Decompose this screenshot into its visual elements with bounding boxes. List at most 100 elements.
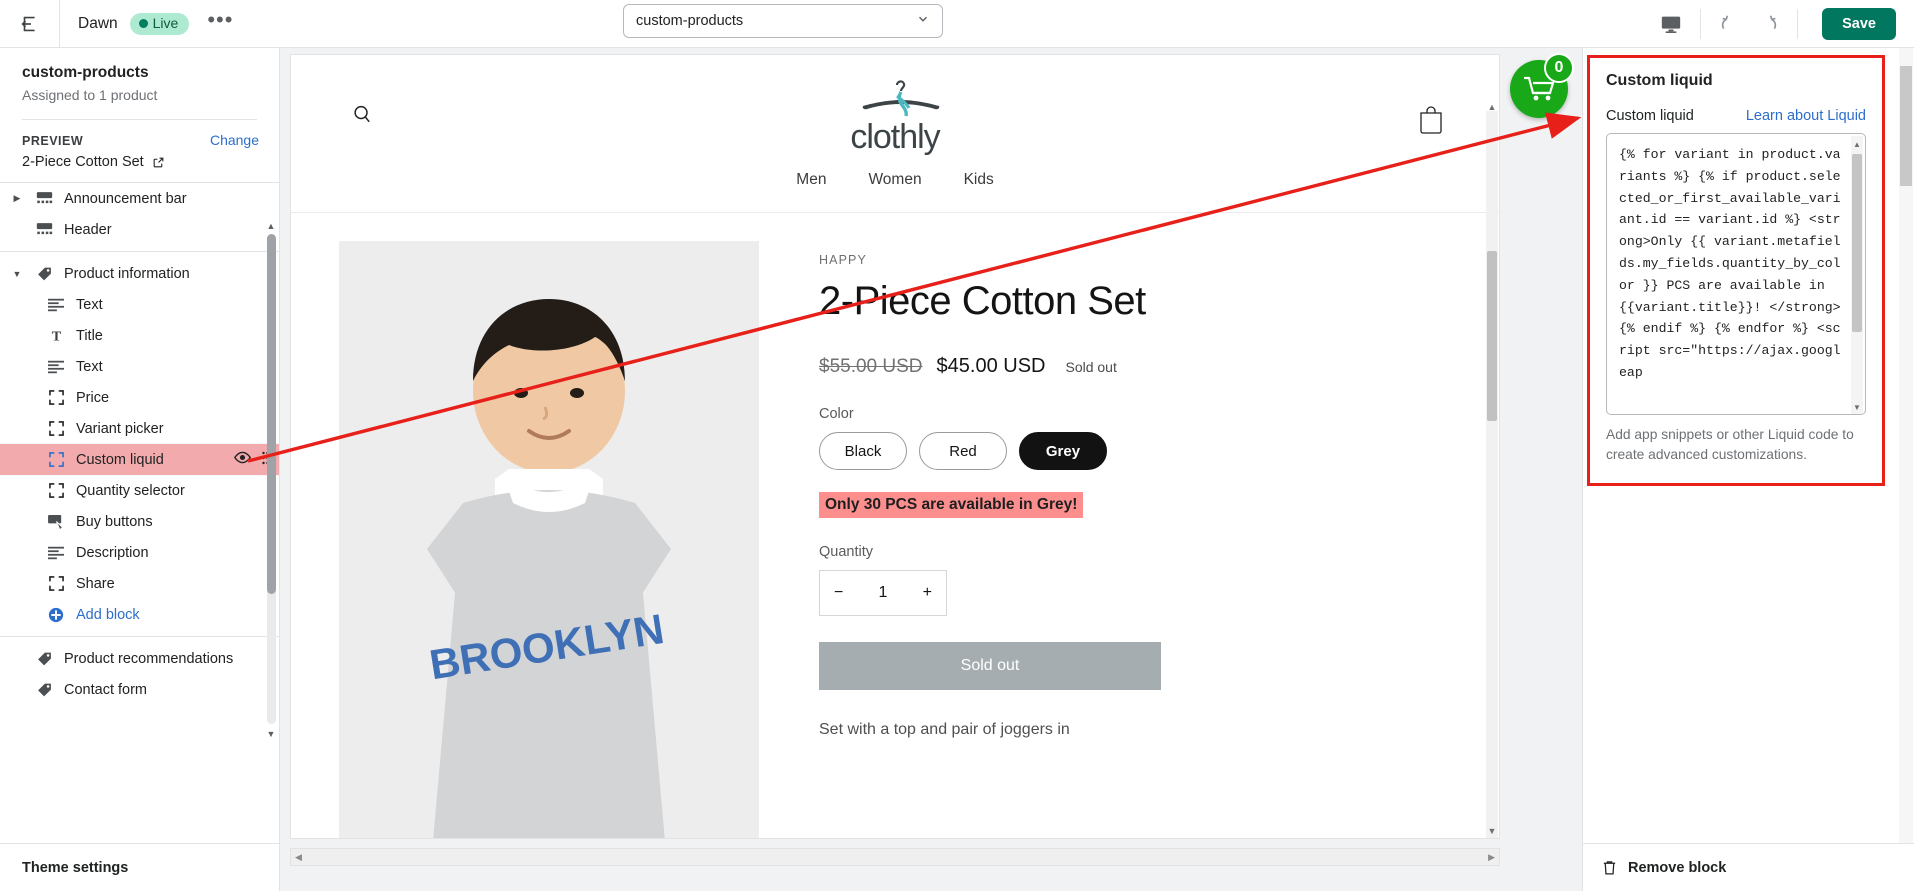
sidebar-item-quantity-selector[interactable]: Quantity selector	[0, 475, 279, 506]
change-preview-link[interactable]: Change	[210, 132, 259, 148]
variant-picker: Black Red Grey	[819, 432, 1249, 470]
preview-section: PREVIEW Change 2-Piece Cotton Set	[0, 120, 279, 182]
sidebar-scrollbar[interactable]	[267, 234, 276, 724]
code-scroll-down-icon[interactable]: ▼	[1851, 400, 1863, 414]
option-label-color: Color	[819, 406, 854, 422]
product-details: HAPPY 2-Piece Cotton Set $55.00 USD $45.…	[819, 241, 1249, 838]
code-scroll-up-icon[interactable]: ▲	[1851, 137, 1863, 151]
custom-liquid-textarea[interactable]: {% for variant in product.variants %} {%…	[1606, 133, 1866, 415]
clothly-logo-icon: clothly	[850, 80, 942, 156]
sidebar-item-product-information[interactable]: ▼ Product information	[0, 258, 279, 289]
product-compare-price: $55.00 USD	[819, 356, 923, 377]
add-to-cart-button[interactable]: Sold out	[819, 642, 1161, 690]
sidebar-item-text[interactable]: Text	[0, 289, 279, 320]
sidebar-item-title[interactable]: T Title	[0, 320, 279, 351]
text-icon	[46, 546, 66, 560]
sidebar-item-label: Text	[76, 296, 103, 313]
undo-button[interactable]	[1711, 7, 1749, 41]
text-icon	[46, 298, 66, 312]
remove-block-button[interactable]: Remove block	[1583, 843, 1914, 891]
panel-title: Custom liquid	[1606, 72, 1713, 89]
theme-settings-button[interactable]: Theme settings	[0, 843, 279, 891]
custom-liquid-help-text: Add app snippets or other Liquid code to…	[1606, 427, 1854, 462]
learn-about-liquid-link[interactable]: Learn about Liquid	[1746, 108, 1866, 124]
exit-arrow-icon	[20, 16, 35, 31]
redo-icon	[1770, 15, 1777, 29]
plus-circle-icon	[46, 607, 66, 623]
preview-scroll-down-icon[interactable]: ▼	[1486, 823, 1498, 838]
redo-button[interactable]	[1749, 7, 1787, 41]
sidebar-item-description[interactable]: Description	[0, 537, 279, 568]
product-title[interactable]: 2-Piece Cotton Set	[819, 277, 1249, 325]
svg-text:clothly: clothly	[850, 118, 940, 156]
text-icon	[46, 360, 66, 374]
product-price: $45.00 USD	[936, 355, 1046, 377]
section-list: ▶ Announcement bar Header ▼ Product informat…	[0, 183, 279, 785]
preview-scroll-left-icon[interactable]: ◀	[295, 852, 302, 863]
chevron-down-icon[interactable]: ▼	[10, 269, 24, 279]
sidebar-scrollbar-thumb[interactable]	[267, 234, 276, 594]
quantity-stepper[interactable]: − 1 +	[819, 570, 947, 616]
sidebar-item-label: Add block	[76, 606, 140, 623]
code-scrollbar-thumb[interactable]	[1852, 154, 1862, 332]
sidebar-item-header[interactable]: Header	[0, 214, 279, 245]
variant-option-red[interactable]: Red	[919, 432, 1007, 470]
sidebar-item-custom-liquid[interactable]: Custom liquid	[0, 443, 279, 476]
sidebar-item-label: Buy buttons	[76, 513, 153, 530]
theme-settings-label: Theme settings	[22, 859, 129, 876]
quantity-label: Quantity	[819, 544, 873, 560]
top-toolbar: Dawn Live ••• custom-products Save	[0, 0, 1914, 48]
preview-stage: clothly Men Women Kids BROOKLYN HAPPY 2-…	[280, 48, 1582, 891]
block-settings-panel: Custom liquid Custom liquid Learn about …	[1582, 48, 1914, 891]
preview-scroll-up-icon[interactable]: ▲	[1486, 99, 1498, 115]
variant-option-grey[interactable]: Grey	[1019, 432, 1107, 470]
store-logo[interactable]: clothly	[291, 75, 1499, 161]
panel-scrollbar-thumb[interactable]	[1900, 66, 1912, 186]
chevron-right-icon[interactable]: ▶	[10, 193, 24, 204]
eye-icon[interactable]	[234, 451, 251, 468]
sidebar-item-product-recommendations[interactable]: Product recommendations	[0, 643, 279, 674]
code-scrollbar[interactable]	[1851, 136, 1863, 414]
sidebar-separator	[0, 636, 279, 637]
save-button[interactable]: Save	[1822, 7, 1896, 40]
cart-button[interactable]	[1418, 105, 1444, 135]
page-selector[interactable]: custom-products	[623, 4, 943, 38]
section-icon	[34, 191, 54, 206]
sidebar-item-share[interactable]: Share	[0, 568, 279, 599]
nav-item-men[interactable]: Men	[796, 171, 826, 189]
sidebar-item-text[interactable]: Text	[0, 351, 279, 382]
product-image[interactable]: BROOKLYN	[339, 241, 759, 838]
product-vendor: HAPPY	[819, 253, 867, 267]
nav-item-women[interactable]: Women	[868, 171, 921, 189]
preview-scrollbar-thumb[interactable]	[1487, 251, 1497, 421]
quantity-decrease-button[interactable]: −	[834, 584, 843, 602]
top-toolbar-actions: Save	[1652, 0, 1914, 47]
product-price-row: $55.00 USD $45.00 USD Sold out	[819, 355, 1249, 378]
preview-product[interactable]: 2-Piece Cotton Set	[22, 154, 259, 170]
sidebar-item-contact-form[interactable]: Contact form	[0, 674, 279, 705]
sidebar-item-add-block[interactable]: Add block	[0, 599, 279, 630]
custom-liquid-code[interactable]: {% for variant in product.variants %} {%…	[1607, 134, 1865, 394]
preview-scroll-right-icon[interactable]: ▶	[1488, 852, 1495, 863]
preview-horizontal-scrollbar[interactable]: ◀ ▶	[290, 848, 1500, 866]
sidebar-scroll-up-icon[interactable]: ▲	[265, 220, 277, 232]
chevron-down-icon	[916, 12, 930, 30]
sidebar-item-variant-picker[interactable]: Variant picker	[0, 413, 279, 444]
sidebar-item-buy-buttons[interactable]: Buy buttons	[0, 506, 279, 537]
panel-scrollbar[interactable]	[1899, 48, 1913, 843]
sidebar-item-label: Title	[76, 327, 103, 344]
quantity-value[interactable]: 1	[879, 584, 888, 602]
sidebar-scroll-down-icon[interactable]: ▼	[265, 728, 277, 740]
exit-editor-button[interactable]	[0, 0, 60, 47]
sidebar-item-label: Description	[76, 544, 149, 561]
sidebar-item-price[interactable]: Price	[0, 382, 279, 413]
trash-icon	[1603, 861, 1616, 875]
nav-item-kids[interactable]: Kids	[964, 171, 994, 189]
more-options-button[interactable]: •••	[201, 8, 239, 34]
sidebar-item-announcement-bar[interactable]: ▶ Announcement bar	[0, 183, 279, 214]
toolbar-divider	[1700, 8, 1702, 39]
variant-option-black[interactable]: Black	[819, 432, 907, 470]
preview-vertical-scrollbar[interactable]	[1486, 111, 1498, 838]
device-preview-button[interactable]	[1652, 7, 1690, 41]
quantity-increase-button[interactable]: +	[923, 584, 932, 602]
